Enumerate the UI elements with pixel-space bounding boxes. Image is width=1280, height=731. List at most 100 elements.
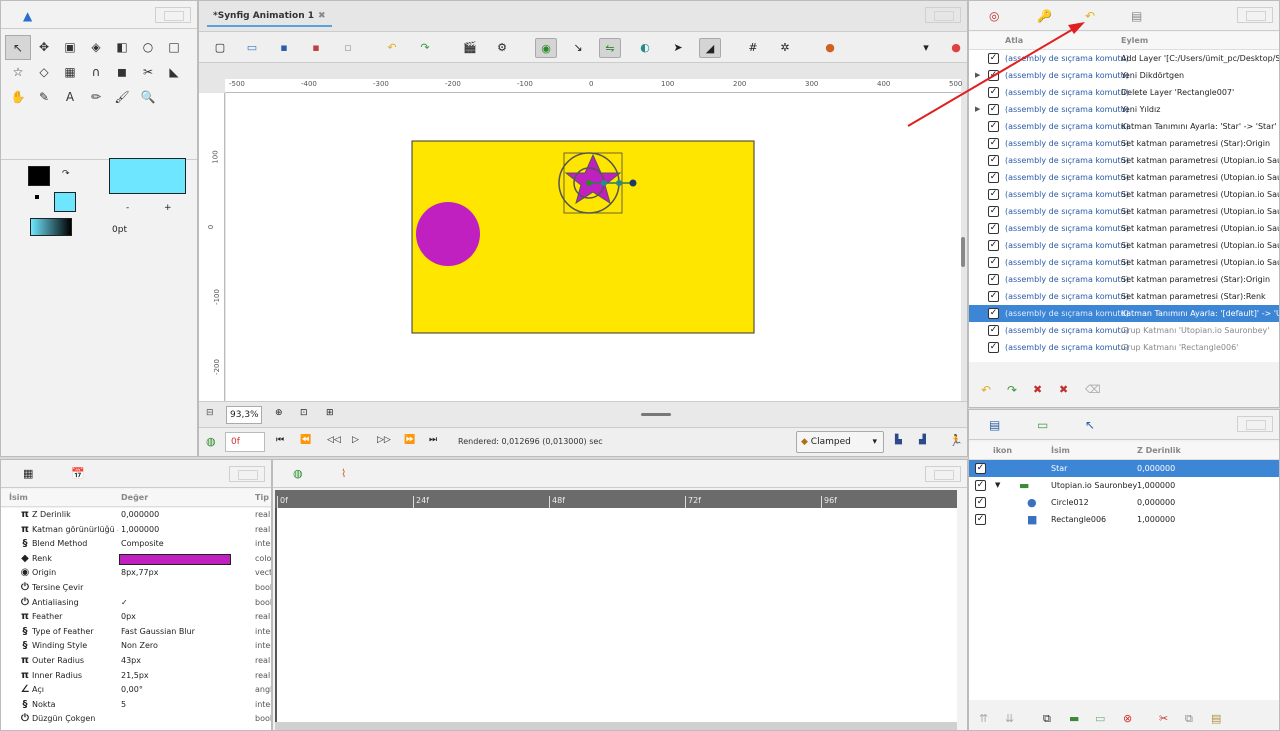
- toggle-onion-icon[interactable]: ◢: [699, 38, 721, 58]
- toggle-tangent-icon[interactable]: ⇋: [599, 38, 621, 58]
- tool-button[interactable]: ✂: [135, 60, 161, 85]
- inner-handle-dot[interactable]: [601, 180, 607, 186]
- document-tab[interactable]: *Synfig Animation 1 ✖: [207, 7, 332, 27]
- col-value[interactable]: Değer: [121, 493, 148, 502]
- col-name[interactable]: İsim: [9, 493, 28, 502]
- new-file-icon[interactable]: ▢: [209, 38, 231, 58]
- outline-color-swatch[interactable]: [28, 166, 50, 186]
- param-value[interactable]: 21,5px: [121, 669, 149, 684]
- tool-button[interactable]: ◼: [109, 60, 135, 85]
- history-jump-link[interactable]: (assembly de sıçrama komutu): [1005, 135, 1129, 152]
- tool-button[interactable]: ✏: [83, 85, 109, 110]
- save-as-icon[interactable]: ▪: [305, 38, 327, 58]
- lower-layer-icon[interactable]: ⇊: [1005, 712, 1014, 725]
- past-keyframes-icon[interactable]: ▟: [919, 435, 926, 445]
- param-row[interactable]: π Outer Radius 43px real: [1, 654, 271, 669]
- param-row[interactable]: ⏻ Tersine Çevir bool: [1, 581, 271, 596]
- history-jump-link[interactable]: (assembly de sıçrama komutu): [1005, 339, 1129, 356]
- param-value[interactable]: 1,000000: [121, 523, 159, 538]
- zoom-in-icon[interactable]: ⊕: [275, 408, 283, 418]
- delete-layer-icon[interactable]: ⊗: [1123, 712, 1132, 725]
- history-row[interactable]: ✓ (assembly de sıçrama komutu) Set katman …: [969, 220, 1279, 237]
- expand-icon[interactable]: ▶: [975, 101, 980, 118]
- toggle-bone-icon[interactable]: ➤: [667, 38, 689, 58]
- param-value[interactable]: 5: [121, 698, 126, 713]
- history-checkbox[interactable]: ✓: [988, 223, 999, 234]
- param-color-swatch[interactable]: [119, 553, 231, 565]
- param-row[interactable]: § Blend Method Composite integ: [1, 537, 272, 552]
- layers-tab-icon[interactable]: ▤: [989, 418, 1000, 432]
- prev-frame-icon[interactable]: ◁◁: [327, 435, 341, 445]
- tool-button[interactable]: ☆: [5, 60, 31, 85]
- time-ruler[interactable]: 0f 24f 48f 72f 96f: [275, 490, 957, 508]
- param-row[interactable]: ⏻ Düzgün Çokgen bool: [1, 712, 271, 727]
- panel-grip[interactable]: [925, 466, 961, 482]
- history-checkbox[interactable]: ✓: [988, 53, 999, 64]
- toolbox-icon[interactable]: ▲: [23, 9, 32, 23]
- zoom-out-icon[interactable]: ⊟: [206, 408, 214, 418]
- origin-handle[interactable]: [586, 180, 592, 186]
- zoom-fit-icon[interactable]: ⊡: [300, 408, 308, 418]
- group-layer-icon[interactable]: ▬: [1069, 712, 1079, 725]
- record-icon[interactable]: ●: [945, 38, 967, 58]
- param-row[interactable]: § Winding Style Non Zero integ: [1, 639, 272, 654]
- raise-layer-icon[interactable]: ⇈: [979, 712, 988, 725]
- toggle-width-icon[interactable]: ◐: [634, 38, 656, 58]
- history-checkbox[interactable]: ✓: [988, 121, 999, 132]
- history-row[interactable]: ▶ ✓ (assembly de sıçrama komutu) Yeni Yıldı…: [969, 101, 1279, 118]
- redo-icon[interactable]: ↷: [1007, 383, 1017, 397]
- history-tab-icon[interactable]: ↶: [1085, 9, 1095, 23]
- col-action[interactable]: Eylem: [1121, 36, 1148, 45]
- undo-icon[interactable]: ↶: [981, 383, 991, 397]
- canvas-svg[interactable]: [226, 93, 961, 401]
- layer-visibility-checkbox[interactable]: ✓: [975, 480, 986, 491]
- toolbar-menu-icon[interactable]: ▾: [915, 38, 937, 58]
- params-tab-icon[interactable]: ↖: [1085, 418, 1095, 432]
- history-checkbox[interactable]: ✓: [988, 240, 999, 251]
- navigator-tab-icon[interactable]: ◎: [989, 9, 999, 23]
- panel-grip[interactable]: [229, 466, 265, 482]
- layer-row[interactable]: ✓ ■ Rectangle006 1,000000: [969, 511, 1279, 528]
- param-value[interactable]: 0px: [121, 610, 136, 625]
- timetrack-hscroll[interactable]: [275, 722, 957, 730]
- history-jump-link[interactable]: (assembly de sıçrama komutu): [1005, 254, 1129, 271]
- history-row[interactable]: ✓ (assembly de sıçrama komutu) Grup Katman…: [969, 322, 1279, 339]
- timetrack-tab-icon[interactable]: ◍: [293, 467, 303, 480]
- canvas-vscroll[interactable]: [961, 237, 965, 267]
- history-checkbox[interactable]: ✓: [988, 138, 999, 149]
- tool-button[interactable]: ✥: [31, 35, 57, 60]
- tool-button[interactable]: 🔍: [135, 85, 161, 110]
- history-jump-link[interactable]: (assembly de sıçrama komutu): [1005, 220, 1129, 237]
- outer-handle-dot[interactable]: [616, 180, 622, 186]
- ungroup-icon[interactable]: ▭: [1095, 712, 1105, 725]
- param-row[interactable]: π Inner Radius 21,5px real: [1, 669, 271, 684]
- timetrack-area[interactable]: [275, 508, 957, 722]
- param-value[interactable]: Fast Gaussian Blur: [121, 625, 195, 640]
- tool-button[interactable]: ∩: [83, 60, 109, 85]
- col-name[interactable]: İsim: [1051, 446, 1070, 455]
- history-checkbox[interactable]: ✓: [988, 104, 999, 115]
- next-frame-icon[interactable]: ▷▷: [377, 435, 391, 445]
- history-checkbox[interactable]: ✓: [988, 172, 999, 183]
- play-icon[interactable]: ▷: [352, 435, 359, 445]
- param-value[interactable]: 8px,77px: [121, 566, 158, 581]
- next-keyframe-icon[interactable]: ⏩: [404, 435, 415, 445]
- tool-button[interactable]: 🖌: [109, 85, 135, 110]
- history-jump-link[interactable]: (assembly de sıçrama komutu): [1005, 186, 1129, 203]
- swap-colors-icon[interactable]: ↷: [62, 169, 70, 179]
- col-type[interactable]: Tip: [255, 493, 269, 502]
- library-tab-icon[interactable]: 🔑: [1037, 9, 1052, 23]
- history-row[interactable]: ✓ (assembly de sıçrama komutu) Katman Tanı…: [969, 305, 1279, 322]
- toggle-handles-icon[interactable]: ◉: [535, 38, 557, 58]
- param-value[interactable]: 0,00°: [121, 683, 143, 698]
- zoom-100-icon[interactable]: ⊞: [326, 408, 334, 418]
- tool-button[interactable]: ◣: [161, 60, 187, 85]
- tool-button[interactable]: ◧: [109, 35, 135, 60]
- zoom-field[interactable]: 93,3%: [226, 406, 262, 424]
- history-jump-link[interactable]: (assembly de sıçrama komutu): [1005, 67, 1129, 84]
- tool-button[interactable]: □: [161, 35, 187, 60]
- panel-grip[interactable]: [925, 7, 961, 23]
- history-jump-link[interactable]: (assembly de sıçrama komutu): [1005, 169, 1129, 186]
- history-jump-link[interactable]: (assembly de sıçrama komutu): [1005, 322, 1129, 339]
- history-row[interactable]: ✓ (assembly de sıçrama komutu) Set katman …: [969, 186, 1279, 203]
